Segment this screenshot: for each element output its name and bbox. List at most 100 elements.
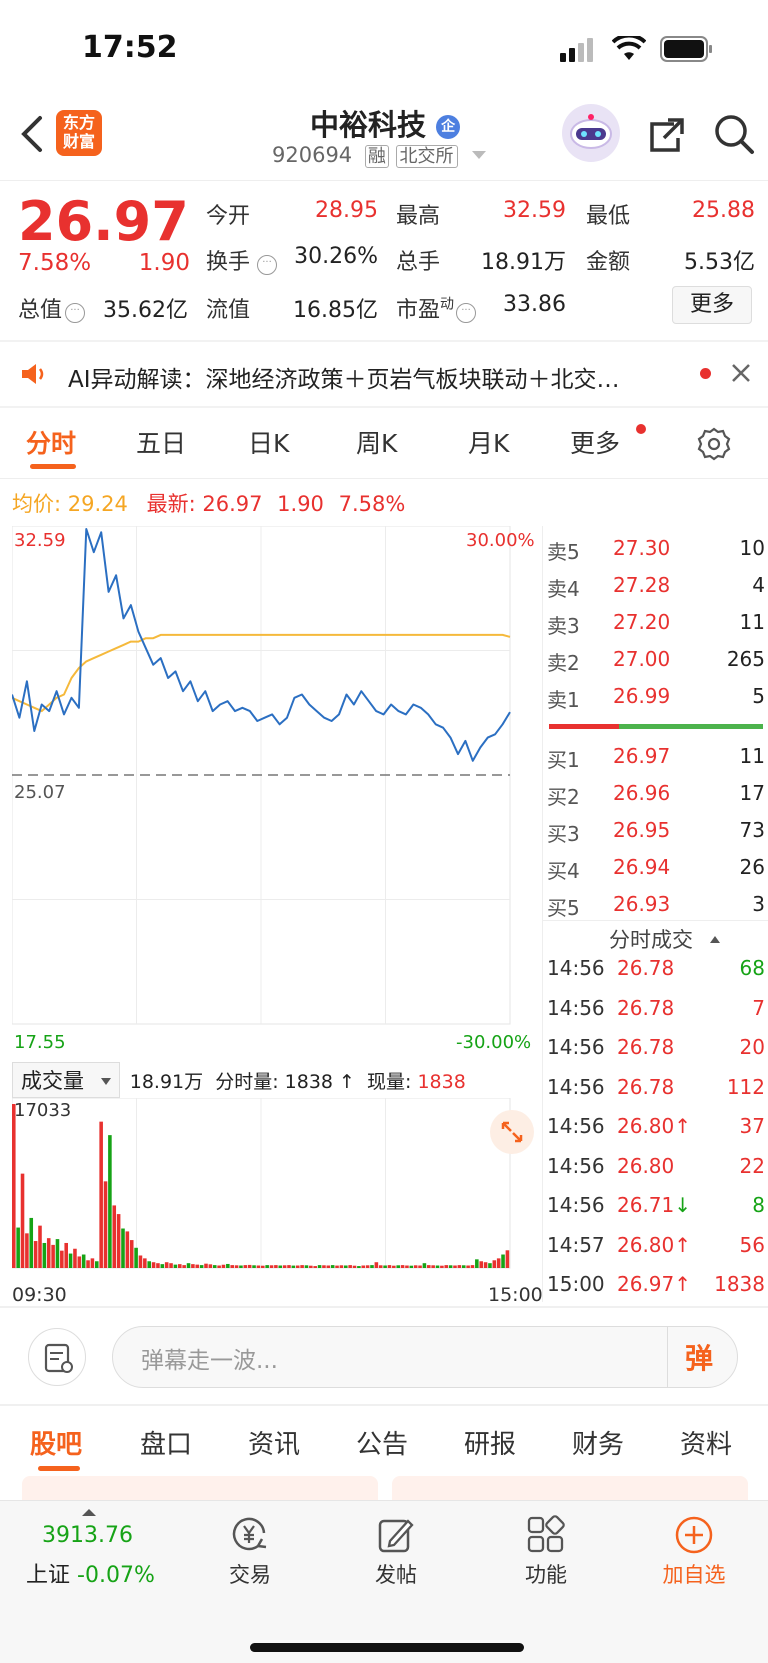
ask-label: 卖3	[547, 614, 580, 638]
tab-intraday[interactable]: 分时	[26, 424, 76, 460]
volume-bar	[422, 1263, 427, 1268]
bid-qty: 26	[739, 855, 765, 879]
tab-profile[interactable]: 资料	[680, 1424, 732, 1461]
volume-bar	[55, 1239, 60, 1268]
volume-bar	[138, 1255, 143, 1268]
bid-row[interactable]: 买2 26.96 17	[547, 781, 765, 811]
volume-bar	[103, 1181, 108, 1268]
post-label[interactable]: 发帖	[336, 1559, 456, 1589]
share-icon[interactable]	[646, 114, 688, 158]
ask-price: 27.28	[613, 573, 671, 597]
volume-bar	[208, 1264, 213, 1268]
tab-monthly-k[interactable]: 月K	[468, 424, 509, 460]
ticks-header[interactable]: 分时成交	[609, 924, 720, 954]
tick-time: 14:56	[547, 956, 605, 980]
info-icon[interactable]: ···	[65, 303, 86, 323]
tick-qty: 7	[752, 995, 765, 1020]
robot-avatar-icon[interactable]	[562, 104, 620, 162]
add-watch-icon[interactable]	[674, 1515, 714, 1559]
bid-row[interactable]: 买1 26.97 11	[547, 744, 765, 774]
stock-name: 中裕科技	[309, 108, 426, 142]
trade-label[interactable]: 交易	[190, 1559, 310, 1589]
volume-bar	[51, 1244, 55, 1268]
danmu-list-icon[interactable]	[28, 1328, 86, 1386]
function-label[interactable]: 功能	[486, 1559, 606, 1589]
tab-five-day[interactable]: 五日	[136, 424, 186, 460]
volume-bar	[282, 1265, 287, 1268]
volume-bar	[418, 1265, 422, 1268]
danmu-input[interactable]: 弹幕走一波... 弹	[112, 1326, 738, 1388]
tab-research[interactable]: 研报	[464, 1424, 516, 1461]
volume-chart[interactable]	[12, 1098, 542, 1278]
volume-bar	[112, 1205, 117, 1268]
volume-bar	[300, 1265, 304, 1268]
pct-top-label: 30.00%	[466, 530, 535, 551]
volume-bar	[182, 1265, 186, 1268]
ask-row[interactable]: 卖5 27.30 10	[547, 536, 765, 566]
index-row[interactable]: 上证 -0.07%	[26, 1557, 155, 1589]
info-icon[interactable]: ···	[456, 303, 477, 323]
info-icon[interactable]: ···	[257, 255, 278, 275]
more-button[interactable]: 更多	[672, 286, 752, 324]
ask-row[interactable]: 卖1 26.99 5	[547, 684, 765, 714]
tab-pankou[interactable]: 盘口	[140, 1424, 192, 1461]
function-grid-icon[interactable]	[526, 1515, 566, 1559]
wifi-icon	[611, 33, 647, 66]
volume-bar	[46, 1238, 51, 1268]
high-label: 最高	[396, 204, 441, 229]
close-icon[interactable]	[730, 362, 752, 388]
post-edit-icon[interactable]	[376, 1515, 416, 1559]
ask-price: 27.00	[613, 647, 671, 671]
expand-chart-icon[interactable]	[490, 1110, 534, 1154]
tab-announcements[interactable]: 公告	[356, 1424, 408, 1461]
tab-finance[interactable]: 财务	[572, 1424, 624, 1461]
tab-more[interactable]: 更多	[570, 424, 620, 460]
ask-row[interactable]: 卖2 27.00 265	[547, 647, 765, 677]
more-dot	[636, 424, 646, 434]
bid-price: 26.97	[613, 744, 671, 768]
enterprise-badge: 企	[436, 115, 461, 139]
index-caret-icon	[82, 1509, 96, 1516]
bid-row[interactable]: 买5 26.93 3	[547, 892, 765, 922]
search-icon[interactable]	[712, 112, 756, 160]
status-bar: 17:52	[0, 0, 768, 100]
tick-qty: 20	[739, 1035, 765, 1059]
volume-bar	[99, 1121, 103, 1268]
turnover-label: 换手 ···	[206, 244, 278, 276]
chart-settings-gear-icon[interactable]	[696, 426, 732, 466]
volume-selector[interactable]: 成交量	[12, 1062, 120, 1098]
intraday-price-chart[interactable]	[12, 526, 542, 1058]
volume-bar	[147, 1261, 151, 1268]
tick-row: 14:56 26.78 20	[547, 1035, 765, 1065]
volume-bar	[435, 1265, 440, 1268]
volume-bar	[344, 1265, 348, 1268]
tab-weekly-k[interactable]: 周K	[356, 424, 397, 460]
tab-daily-k[interactable]: 日K	[248, 424, 289, 460]
unread-dot	[700, 368, 711, 379]
add-watch-label[interactable]: 加自选	[634, 1559, 754, 1589]
danmu-toggle-button[interactable]: 弹	[685, 1337, 713, 1377]
ai-insight-bar[interactable]: AI异动解读：深地经济政策＋页岩气板块联动＋北交…	[0, 342, 768, 406]
trade-yen-icon[interactable]	[228, 1515, 272, 1559]
back-icon[interactable]	[18, 114, 48, 154]
ask-qty: 11	[739, 610, 765, 634]
tab-guba[interactable]: 股吧	[30, 1424, 82, 1461]
amount-label: 金额	[586, 250, 631, 275]
tick-direction: ↑	[674, 1272, 692, 1296]
ask-price: 27.30	[613, 536, 671, 560]
stock-code-row[interactable]: 920694 融 北交所	[272, 142, 487, 168]
volume-bar	[204, 1263, 208, 1268]
time-start-label: 09:30	[12, 1284, 67, 1306]
ask-row[interactable]: 卖4 27.28 4	[547, 573, 765, 603]
index-value[interactable]: 3913.76	[42, 1523, 133, 1548]
bottom-dock: 3913.76 上证 -0.07% 交易 发帖 功能 加自选	[0, 1500, 768, 1663]
time-end-label: 15:00	[488, 1284, 543, 1306]
volume-bar	[317, 1265, 322, 1268]
ask-row[interactable]: 卖3 27.20 11	[547, 610, 765, 640]
volume-bar	[164, 1262, 169, 1268]
volume-bar	[191, 1264, 195, 1268]
bid-row[interactable]: 买3 26.95 73	[547, 818, 765, 848]
bid-row[interactable]: 买4 26.94 26	[547, 855, 765, 885]
tab-news[interactable]: 资讯	[248, 1424, 300, 1461]
ai-insight-text: AI异动解读：深地经济政策＋页岩气板块联动＋北交…	[68, 367, 620, 393]
